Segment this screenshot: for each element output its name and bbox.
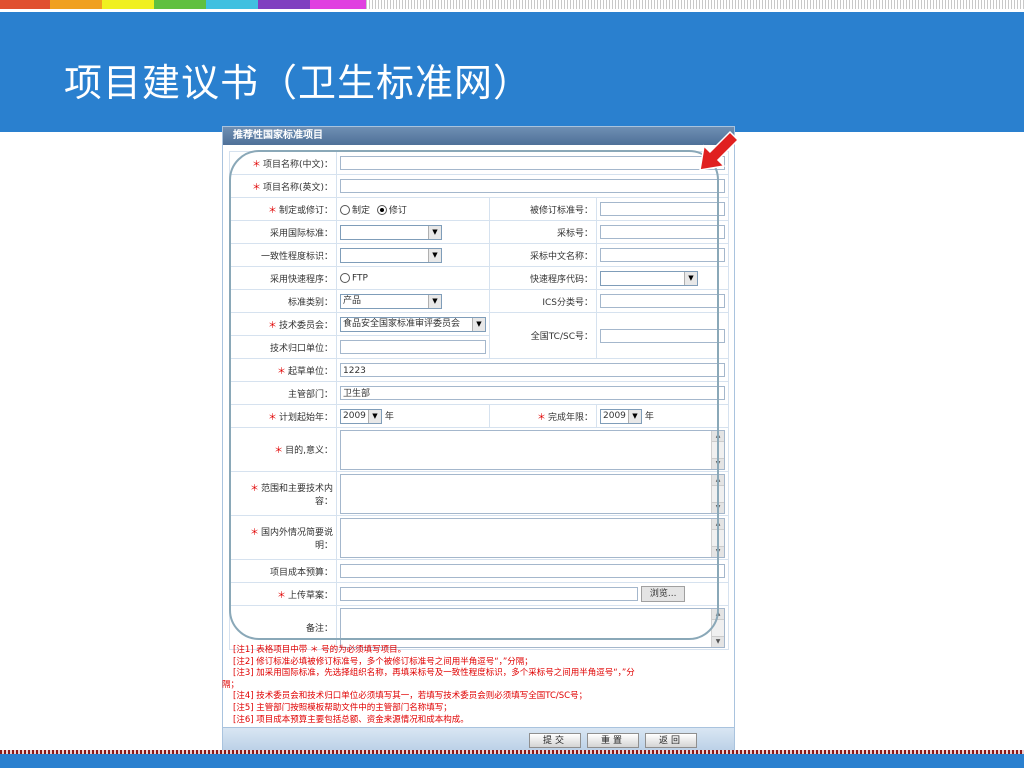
note-4: [注4] 技术委员会和技术归口单位必须填写其一，若填写技术委员会则必须填写全国T… — [233, 691, 588, 702]
note-6: [注6] 项目成本预算主要包括总额、资金来源情况和成本构成。 — [233, 714, 469, 725]
bottom-band — [0, 754, 1024, 768]
panel-title: 推荐性国家标准项目 — [223, 127, 734, 145]
note-5: [注5] 主管部门按照模板帮助文件中的主管部门名称填写； — [233, 702, 452, 713]
submit-button[interactable]: 提交 — [529, 733, 581, 748]
reset-button[interactable]: 重置 — [587, 733, 639, 748]
slide-title: 项目建议书（卫生标准网） — [64, 61, 533, 105]
note-3: [注3] 加采用国际标准，先选择组织名称，再填采标号及一致性程度标识，多个采标号… — [233, 668, 635, 679]
back-button[interactable]: 返回 — [645, 733, 697, 748]
arrow-icon — [699, 130, 740, 171]
highlight-frame — [229, 150, 719, 640]
note-2: [注2] 修订标准必填被修订标准号，多个被修订标准号之间用半角逗号“，”分隔； — [233, 656, 533, 667]
button-bar: 提交 重置 返回 — [223, 727, 734, 752]
note-3-cont: 隔； — [222, 679, 240, 690]
notes: [注1] 表格项目中带 ＊ 号的为必须填写项目。 [注2] 修订标准必填被修订标… — [222, 645, 736, 726]
color-strip — [0, 0, 1024, 12]
note-1: [注1] 表格项目中带 ＊ 号的为必须填写项目。 — [233, 645, 407, 655]
